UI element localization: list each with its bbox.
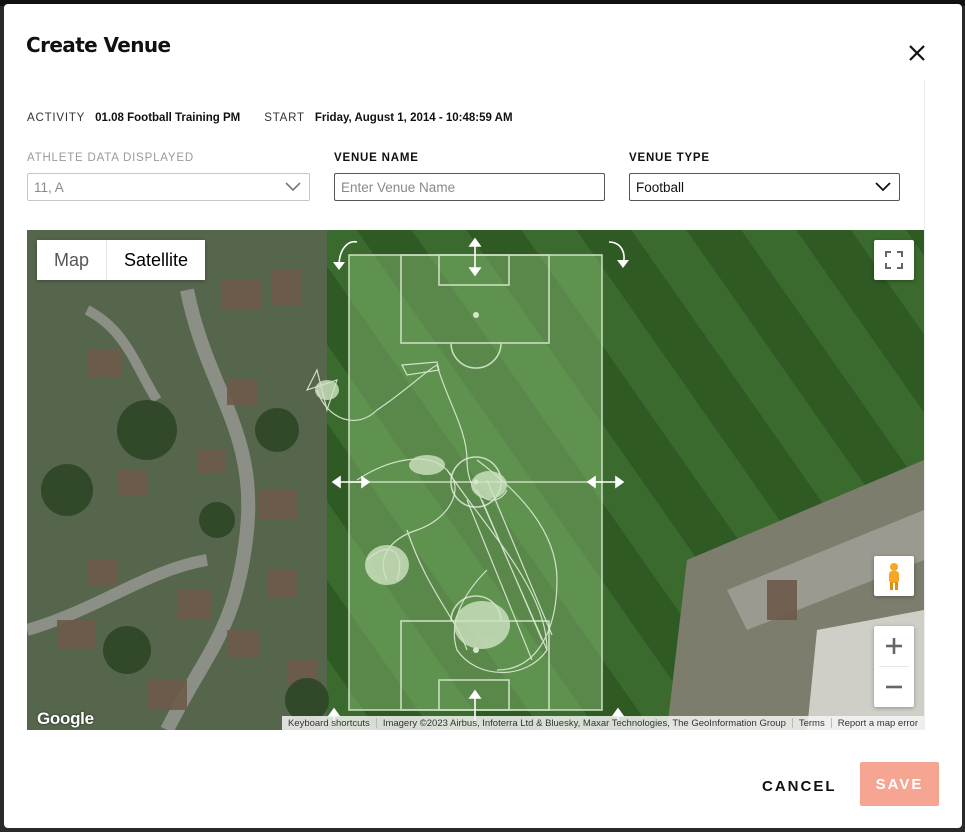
venue-name-label: VENUE NAME xyxy=(334,152,419,164)
imagery-credit: Imagery ©2023 Airbus, Infoterra Ltd & Bl… xyxy=(382,717,786,729)
venue-type-select[interactable]: Football xyxy=(629,173,900,201)
fullscreen-button[interactable] xyxy=(874,240,914,280)
close-icon xyxy=(909,45,925,61)
terms-link[interactable]: Terms xyxy=(793,718,831,729)
activity-value: 01.08 Football Training PM xyxy=(95,112,241,124)
save-button[interactable]: SAVE xyxy=(860,762,939,806)
venue-type-value: Football xyxy=(636,179,685,195)
venue-name-input[interactable] xyxy=(334,173,605,201)
satellite-imagery xyxy=(27,230,924,730)
scrollbar[interactable] xyxy=(924,80,939,730)
zoom-in-button[interactable] xyxy=(874,626,914,666)
street-view-button[interactable] xyxy=(874,556,914,596)
zoom-control xyxy=(874,626,914,707)
chevron-down-icon xyxy=(875,182,891,192)
map-attribution: Keyboard shortcuts Imagery ©2023 Airbus,… xyxy=(281,716,924,730)
zoom-in-icon xyxy=(886,638,902,654)
pegman-icon xyxy=(889,563,899,590)
report-map-error-link[interactable]: Report a map error xyxy=(832,718,924,729)
start-label: START xyxy=(264,112,305,124)
athlete-data-value: 11, A xyxy=(34,179,64,195)
map-type-control: Map Satellite xyxy=(37,240,206,280)
map-type-satellite-button[interactable]: Satellite xyxy=(106,240,206,280)
activity-label: ACTIVITY xyxy=(27,112,86,124)
chevron-down-icon xyxy=(285,182,301,192)
keyboard-shortcuts-link[interactable]: Keyboard shortcuts xyxy=(282,718,376,729)
athlete-data-select[interactable]: 11, A xyxy=(27,173,310,201)
google-logo: Google xyxy=(37,709,94,728)
athlete-data-label: ATHLETE DATA DISPLAYED xyxy=(27,152,194,164)
close-button[interactable] xyxy=(902,38,932,68)
cancel-button[interactable]: CANCEL xyxy=(756,766,842,806)
zoom-out-button[interactable] xyxy=(874,667,914,707)
activity-info: ACTIVITY 01.08 Football Training PM STAR… xyxy=(27,108,513,128)
venue-type-label: VENUE TYPE xyxy=(629,152,710,164)
start-value: Friday, August 1, 2014 - 10:48:59 AM xyxy=(314,112,513,124)
map-view[interactable]: Map Satellite Google Keyboard shortcuts … xyxy=(27,230,924,730)
create-venue-modal: Create Venue ACTIVITY 01.08 Football Tra… xyxy=(4,4,962,828)
modal-title: Create Venue xyxy=(26,33,171,57)
zoom-out-icon xyxy=(886,685,902,689)
fullscreen-icon xyxy=(885,251,903,269)
map-type-map-button[interactable]: Map xyxy=(37,240,107,280)
